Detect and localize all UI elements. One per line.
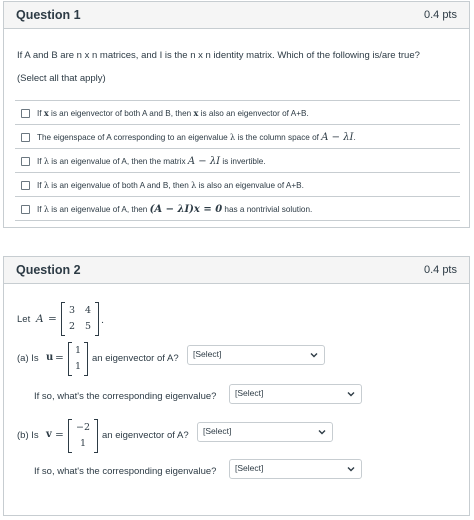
answer-list: If x is an eigenvector of both A and B, … (15, 100, 460, 221)
answer-checkbox[interactable] (21, 157, 30, 166)
question-2-card: Question 2 0.4 pts Let A = 3 4 2 5 . (a)… (3, 256, 470, 516)
answer-text: If λ is an eigenvalue of A, then the mat… (37, 156, 266, 167)
answer-text: If λ is an eigenvalue of A, then (A − λI… (37, 204, 313, 215)
answer-checkbox[interactable] (21, 133, 30, 142)
answer-option-4[interactable]: If λ is an eigenvalue of both A and B, t… (15, 173, 460, 197)
question-points: 0.4 pts (423, 9, 457, 21)
let-label: Let (17, 314, 31, 325)
chevron-down-icon (347, 392, 355, 397)
answer-checkbox[interactable] (21, 181, 30, 190)
question-instruction: (Select all that apply) (17, 73, 106, 84)
answer-text: If λ is an eigenvalue of both A and B, t… (37, 180, 304, 190)
part-b-question: an eigenvector of A? (102, 430, 189, 441)
vector-v-name: v (46, 429, 52, 440)
part-b-eigenvalue-select[interactable]: Select (229, 459, 362, 479)
equals-sign: = (55, 352, 64, 364)
equals-sign: = (48, 313, 57, 325)
answer-option-1[interactable]: If x is an eigenvector of both A and B, … (15, 101, 460, 125)
vector-v: −2 1 (68, 419, 98, 453)
part-a-select[interactable]: Select (187, 345, 325, 365)
part-a-eigenvalue-select[interactable]: Select (229, 384, 362, 404)
answer-checkbox[interactable] (21, 109, 30, 118)
vector-u-name: u (46, 352, 54, 363)
answer-option-3[interactable]: If λ is an eigenvalue of A, then the mat… (15, 149, 460, 173)
answer-text: If x is an eigenvector of both A and B, … (37, 108, 309, 118)
part-a-followup: If so, what's the corresponding eigenval… (34, 391, 217, 402)
matrix-name: A (36, 313, 44, 325)
question-prompt: If A and B are n x n matrices, and I is … (17, 50, 420, 61)
chevron-down-icon (310, 353, 318, 358)
part-a-question: an eigenvector of A? (92, 353, 179, 364)
vector-u: 1 1 (68, 342, 88, 376)
part-b-select[interactable]: Select (197, 422, 333, 442)
question-points: 0.4 pts (423, 264, 457, 276)
answer-checkbox[interactable] (21, 205, 30, 214)
matrix-a: 3 4 2 5 (61, 302, 99, 336)
chevron-down-icon (347, 467, 355, 472)
period: . (101, 315, 105, 326)
question-2-header: Question 2 0.4 pts (4, 257, 469, 284)
chevron-down-icon (318, 430, 326, 435)
part-b-followup: If so, what's the corresponding eigenval… (34, 466, 217, 477)
question-1-card: Question 1 0.4 pts If A and B are n x n … (3, 1, 470, 228)
question-1-header: Question 1 0.4 pts (4, 2, 469, 29)
part-b-label: (b) Is (17, 430, 39, 441)
equals-sign: = (55, 429, 64, 441)
question-title: Question 2 (16, 263, 81, 277)
answer-option-2[interactable]: The eigenspace of A corresponding to an … (15, 125, 460, 149)
question-title: Question 1 (16, 8, 81, 22)
part-a-label: (a) Is (17, 353, 39, 364)
answer-option-5[interactable]: If λ is an eigenvalue of A, then (A − λI… (15, 197, 460, 221)
answer-text: The eigenspace of A corresponding to an … (37, 132, 356, 143)
